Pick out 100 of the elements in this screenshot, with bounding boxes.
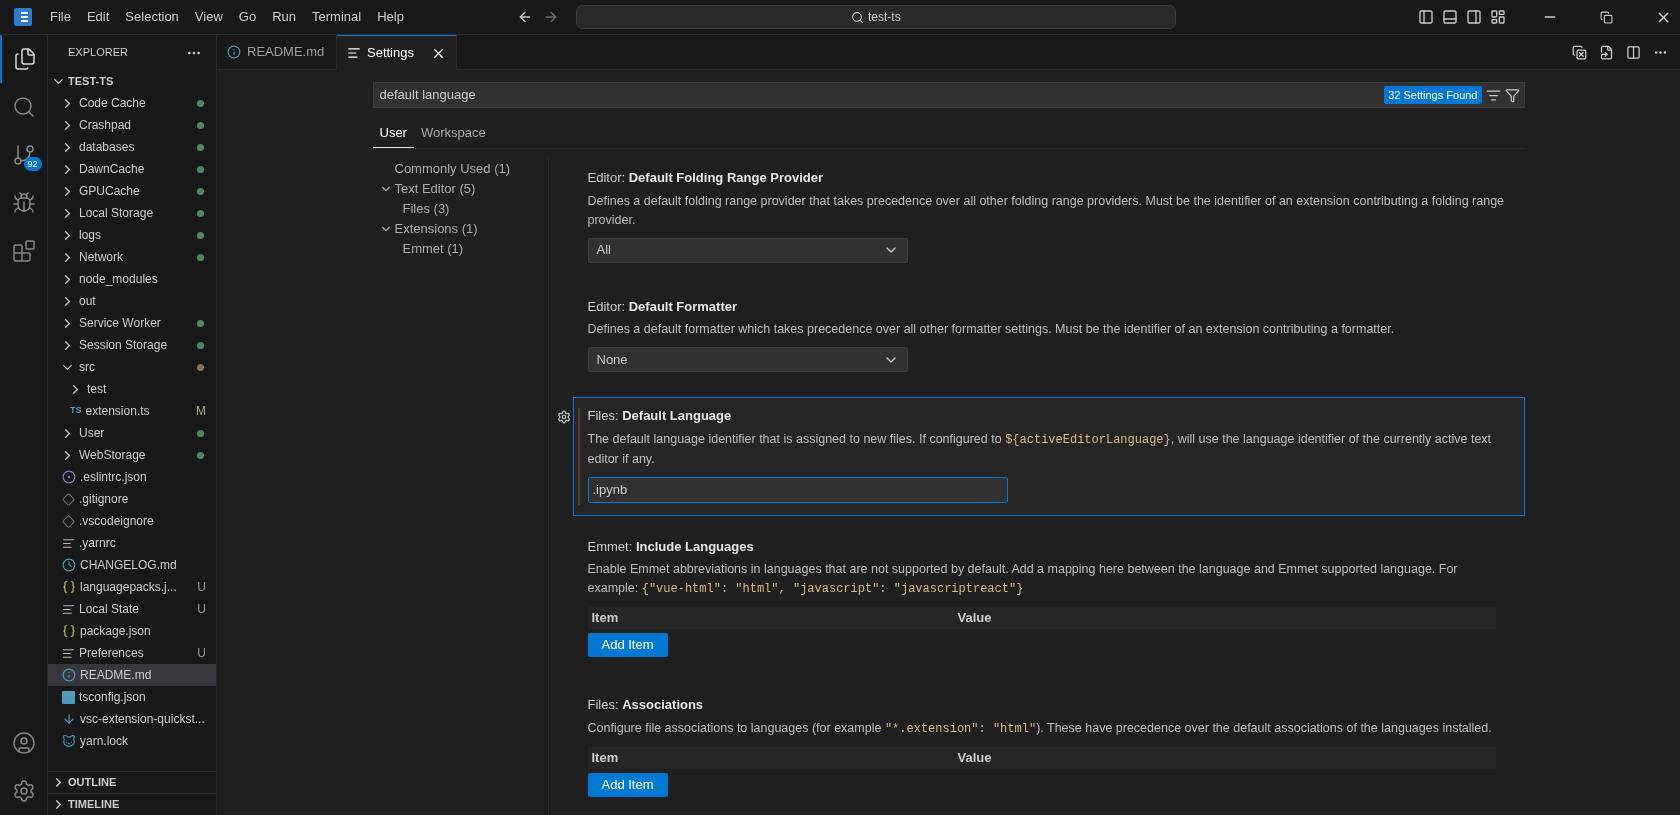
info-icon [62,668,76,682]
menu-item[interactable]: Go [230,7,265,27]
activity-item[interactable]: 92 [0,131,48,179]
tree-item[interactable]: .vscodeignore [48,510,216,532]
typescript-icon: TS [70,404,82,418]
tree-item[interactable]: Code Cache [48,92,216,114]
toc-item[interactable]: Emmet (1) [372,239,548,259]
file-name: Network [79,249,124,266]
split-editor-icon[interactable] [1572,44,1587,60]
tree-item[interactable]: Network [48,246,216,268]
braces-icon [62,624,76,638]
tree-item[interactable]: languagepacks.j... U [48,576,216,598]
git-status: M [196,403,206,420]
tree-item[interactable]: GPUCache [48,180,216,202]
scm-icon [11,143,36,167]
file-name: node_modules [79,271,159,288]
tree-item[interactable]: out [48,290,216,312]
file-name: Local State [79,601,141,618]
dropdown[interactable]: All [587,237,908,263]
toc-item[interactable]: Files (3) [372,199,548,219]
tree-item[interactable]: User [48,422,216,444]
section-header[interactable]: TIMELINE [48,793,216,815]
tree-item[interactable]: CHANGELOG.md [48,554,216,576]
tree-item[interactable]: WebStorage [48,444,216,466]
menu-item[interactable]: Run [264,7,304,27]
setting-title: Emmet: Include Languages [587,537,755,556]
tree-item[interactable]: Local Storage [48,202,216,224]
tree-item[interactable]: Local State U [48,598,216,620]
setting-title: Files: Associations [587,696,705,714]
file-name: .yarnrc [79,535,117,552]
gear-icon[interactable] [556,410,571,424]
tree-item[interactable]: README.md [48,664,216,686]
file-name: languagepacks.j... [80,579,178,596]
braces-icon [62,580,76,594]
tree-item[interactable]: .yarnrc [48,532,216,554]
settings-search-field[interactable]: default language 32 Settings Found [372,82,1525,108]
file-name: databases [79,139,136,156]
tree-item[interactable]: Service Worker [48,312,216,334]
section-header[interactable]: OUTLINE [48,771,216,793]
panel-left-icon[interactable] [1418,9,1434,25]
scope-tab[interactable]: Workspace [413,118,493,148]
menu-item[interactable]: Selection [117,7,187,27]
menu-item[interactable]: Terminal [304,7,370,27]
settings-icon[interactable] [11,779,36,803]
column-header: Item [590,748,620,767]
menu-item[interactable]: Edit [78,7,118,27]
tree-item[interactable]: databases [48,136,216,158]
tree-item[interactable]: Session Storage [48,334,216,356]
ring-icon [62,470,76,484]
open-json-icon[interactable] [1599,44,1614,60]
tree-item[interactable]: src [48,356,216,378]
tree-item[interactable]: vsc-extension-quickst... [48,708,216,730]
add-item-button[interactable]: Add Item [587,633,668,657]
tree-item[interactable]: Preferences U [48,642,216,664]
diamond-icon [62,514,75,528]
folder-root[interactable]: TEST-TS [68,72,114,90]
menu-item[interactable]: View [186,7,231,27]
menu-item[interactable]: File [42,7,79,27]
setting-description: Defines a default folding range provider that takes precedence over all other folding range providers. Must be the identifier of an extension contributing a folding range provider. [587,192,1506,229]
toc-item[interactable]: Text Editor (5) [372,179,548,199]
dropdown[interactable]: None [587,347,908,372]
lines-icon [62,646,75,660]
tree-item[interactable]: DawnCache [48,158,216,180]
panel-bottom-icon[interactable] [1442,9,1458,25]
git-status: U [197,579,206,596]
split-icon[interactable] [1626,44,1641,60]
toc-item[interactable]: Commonly Used (1) [372,159,548,179]
lines-icon [62,602,75,616]
git-status: U [197,601,206,618]
tree-item[interactable]: logs [48,224,216,246]
toc-item[interactable]: Extensions (1) [372,219,548,239]
panel-right-icon[interactable] [1466,9,1482,25]
filter-icon[interactable] [1504,87,1520,103]
account-icon[interactable] [11,731,36,755]
file-name: GPUCache [79,183,141,200]
setting-title: Editor: Default Formatter [587,297,739,316]
tree-item[interactable]: package.json [48,620,216,642]
extensions-icon [11,239,36,263]
add-item-button[interactable]: Add Item [587,772,668,797]
search-icon [851,10,865,24]
layout-icon[interactable] [1490,9,1506,25]
tree-item[interactable]: test [48,378,216,400]
tree-item[interactable]: TS extension.ts M [48,400,216,422]
command-center[interactable]: test-ts [575,5,1176,29]
setting-title: Files: Default Language [587,407,733,425]
diamond-icon [62,492,75,506]
tree-item[interactable]: node_modules [48,268,216,290]
menu-item[interactable]: Help [369,7,412,27]
tree-item[interactable]: .gitignore [48,488,216,510]
restore-icon[interactable] [1600,10,1613,24]
tree-item[interactable]: .eslintrc.json [48,466,216,488]
tree-item[interactable]: Crashpad [48,114,216,136]
clear-filter-icon[interactable] [1485,87,1501,103]
scope-tab[interactable]: User [372,118,414,148]
text-field[interactable]: .ipynb [587,476,1008,503]
tree-item[interactable]: tsconfig.json [48,686,216,708]
tree-item[interactable]: yarn.lock [48,730,216,752]
file-name: CHANGELOG.md [80,557,178,574]
editor-tab[interactable]: Settings [337,35,457,70]
search-icon [11,95,36,119]
